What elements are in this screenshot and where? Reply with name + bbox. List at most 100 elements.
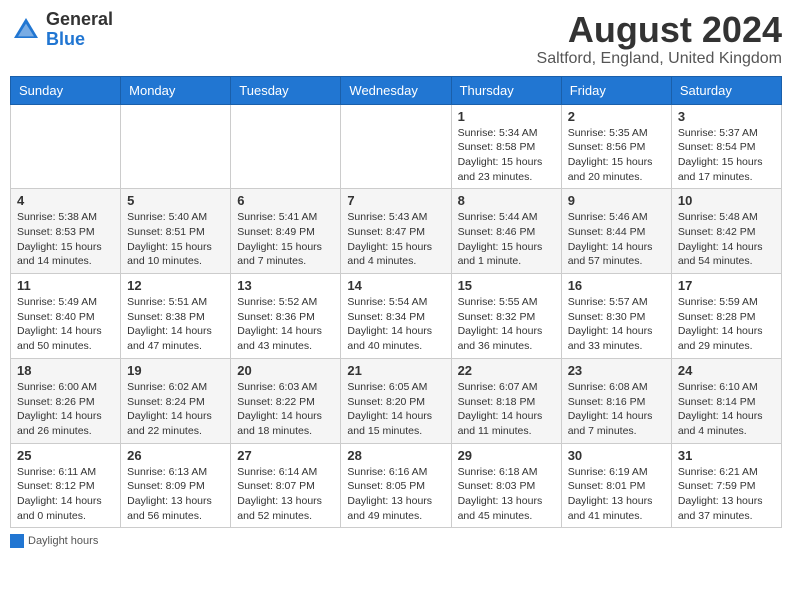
day-info: Sunrise: 5:51 AM Sunset: 8:38 PM Dayligh… — [127, 295, 224, 354]
day-number: 18 — [17, 363, 114, 378]
day-number: 30 — [568, 448, 665, 463]
day-info: Sunrise: 6:11 AM Sunset: 8:12 PM Dayligh… — [17, 465, 114, 524]
day-number: 23 — [568, 363, 665, 378]
day-info: Sunrise: 6:13 AM Sunset: 8:09 PM Dayligh… — [127, 465, 224, 524]
calendar-cell: 24 Sunrise: 6:10 AM Sunset: 8:14 PM Dayli… — [671, 358, 781, 443]
day-number: 29 — [458, 448, 555, 463]
calendar-day-header: Saturday — [671, 76, 781, 104]
logo-icon — [10, 14, 42, 46]
calendar-cell: 16 Sunrise: 5:57 AM Sunset: 8:30 PM Dayli… — [561, 274, 671, 359]
day-number: 21 — [347, 363, 444, 378]
logo-general-text: General — [46, 9, 113, 29]
day-number: 22 — [458, 363, 555, 378]
calendar-cell: 25 Sunrise: 6:11 AM Sunset: 8:12 PM Dayli… — [11, 443, 121, 528]
logo: General Blue — [10, 10, 113, 50]
day-number: 24 — [678, 363, 775, 378]
title-block: August 2024 Saltford, England, United Ki… — [537, 10, 782, 68]
calendar-cell: 21 Sunrise: 6:05 AM Sunset: 8:20 PM Dayli… — [341, 358, 451, 443]
calendar-cell: 14 Sunrise: 5:54 AM Sunset: 8:34 PM Dayli… — [341, 274, 451, 359]
day-info: Sunrise: 5:43 AM Sunset: 8:47 PM Dayligh… — [347, 210, 444, 269]
day-info: Sunrise: 5:38 AM Sunset: 8:53 PM Dayligh… — [17, 210, 114, 269]
day-number: 19 — [127, 363, 224, 378]
calendar-cell: 29 Sunrise: 6:18 AM Sunset: 8:03 PM Dayli… — [451, 443, 561, 528]
day-info: Sunrise: 5:40 AM Sunset: 8:51 PM Dayligh… — [127, 210, 224, 269]
day-number: 10 — [678, 193, 775, 208]
calendar-week-row: 18 Sunrise: 6:00 AM Sunset: 8:26 PM Dayli… — [11, 358, 782, 443]
day-number: 1 — [458, 109, 555, 124]
day-number: 12 — [127, 278, 224, 293]
footer: Daylight hours — [10, 534, 782, 548]
day-info: Sunrise: 5:37 AM Sunset: 8:54 PM Dayligh… — [678, 126, 775, 185]
calendar-cell: 4 Sunrise: 5:38 AM Sunset: 8:53 PM Daylig… — [11, 189, 121, 274]
calendar-cell: 8 Sunrise: 5:44 AM Sunset: 8:46 PM Daylig… — [451, 189, 561, 274]
day-info: Sunrise: 6:02 AM Sunset: 8:24 PM Dayligh… — [127, 380, 224, 439]
day-info: Sunrise: 5:57 AM Sunset: 8:30 PM Dayligh… — [568, 295, 665, 354]
day-info: Sunrise: 6:05 AM Sunset: 8:20 PM Dayligh… — [347, 380, 444, 439]
calendar-cell: 30 Sunrise: 6:19 AM Sunset: 8:01 PM Dayli… — [561, 443, 671, 528]
day-info: Sunrise: 6:03 AM Sunset: 8:22 PM Dayligh… — [237, 380, 334, 439]
calendar-cell: 10Sunrise: 5:48 AM Sunset: 8:42 PM Dayli… — [671, 189, 781, 274]
calendar-week-row: 4 Sunrise: 5:38 AM Sunset: 8:53 PM Daylig… — [11, 189, 782, 274]
calendar-cell — [231, 104, 341, 189]
day-number: 6 — [237, 193, 334, 208]
day-number: 20 — [237, 363, 334, 378]
day-number: 2 — [568, 109, 665, 124]
day-info: Sunrise: 5:54 AM Sunset: 8:34 PM Dayligh… — [347, 295, 444, 354]
calendar-cell: 7 Sunrise: 5:43 AM Sunset: 8:47 PM Daylig… — [341, 189, 451, 274]
day-number: 4 — [17, 193, 114, 208]
day-info: Sunrise: 5:34 AM Sunset: 8:58 PM Dayligh… — [458, 126, 555, 185]
day-info: Sunrise: 5:44 AM Sunset: 8:46 PM Dayligh… — [458, 210, 555, 269]
calendar-cell: 12 Sunrise: 5:51 AM Sunset: 8:38 PM Dayli… — [121, 274, 231, 359]
logo-text: General Blue — [46, 10, 113, 50]
calendar-cell: 27 Sunrise: 6:14 AM Sunset: 8:07 PM Dayli… — [231, 443, 341, 528]
day-info: Sunrise: 6:10 AM Sunset: 8:14 PM Dayligh… — [678, 380, 775, 439]
calendar-day-header: Sunday — [11, 76, 121, 104]
calendar-week-row: 11Sunrise: 5:49 AM Sunset: 8:40 PM Dayli… — [11, 274, 782, 359]
day-number: 3 — [678, 109, 775, 124]
calendar-week-row: 1 Sunrise: 5:34 AM Sunset: 8:58 PM Daylig… — [11, 104, 782, 189]
calendar-day-header: Friday — [561, 76, 671, 104]
day-number: 13 — [237, 278, 334, 293]
day-info: Sunrise: 6:18 AM Sunset: 8:03 PM Dayligh… — [458, 465, 555, 524]
calendar-cell: 23 Sunrise: 6:08 AM Sunset: 8:16 PM Dayli… — [561, 358, 671, 443]
day-number: 9 — [568, 193, 665, 208]
calendar-cell: 5Sunrise: 5:40 AM Sunset: 8:51 PM Daylig… — [121, 189, 231, 274]
day-info: Sunrise: 5:46 AM Sunset: 8:44 PM Dayligh… — [568, 210, 665, 269]
page-header: General Blue August 2024 Saltford, Engla… — [10, 10, 782, 68]
day-info: Sunrise: 5:52 AM Sunset: 8:36 PM Dayligh… — [237, 295, 334, 354]
calendar-cell: 22 Sunrise: 6:07 AM Sunset: 8:18 PM Dayli… — [451, 358, 561, 443]
logo-blue-text: Blue — [46, 29, 85, 49]
calendar-cell — [11, 104, 121, 189]
day-number: 8 — [458, 193, 555, 208]
day-info: Sunrise: 6:07 AM Sunset: 8:18 PM Dayligh… — [458, 380, 555, 439]
calendar-day-header: Thursday — [451, 76, 561, 104]
day-info: Sunrise: 6:14 AM Sunset: 8:07 PM Dayligh… — [237, 465, 334, 524]
calendar-table: SundayMondayTuesdayWednesdayThursdayFrid… — [10, 76, 782, 529]
day-number: 27 — [237, 448, 334, 463]
calendar-cell: 3 Sunrise: 5:37 AM Sunset: 8:54 PM Daylig… — [671, 104, 781, 189]
day-info: Sunrise: 6:19 AM Sunset: 8:01 PM Dayligh… — [568, 465, 665, 524]
calendar-cell: 18 Sunrise: 6:00 AM Sunset: 8:26 PM Dayli… — [11, 358, 121, 443]
daylight-legend: Daylight hours — [10, 534, 98, 548]
day-number: 14 — [347, 278, 444, 293]
calendar-cell: 28Sunrise: 6:16 AM Sunset: 8:05 PM Dayli… — [341, 443, 451, 528]
day-info: Sunrise: 5:41 AM Sunset: 8:49 PM Dayligh… — [237, 210, 334, 269]
day-number: 7 — [347, 193, 444, 208]
calendar-cell: 1 Sunrise: 5:34 AM Sunset: 8:58 PM Daylig… — [451, 104, 561, 189]
calendar-day-header: Monday — [121, 76, 231, 104]
day-number: 26 — [127, 448, 224, 463]
day-info: Sunrise: 6:00 AM Sunset: 8:26 PM Dayligh… — [17, 380, 114, 439]
day-info: Sunrise: 6:16 AM Sunset: 8:05 PM Dayligh… — [347, 465, 444, 524]
day-number: 16 — [568, 278, 665, 293]
day-info: Sunrise: 6:08 AM Sunset: 8:16 PM Dayligh… — [568, 380, 665, 439]
calendar-day-header: Wednesday — [341, 76, 451, 104]
calendar-week-row: 25 Sunrise: 6:11 AM Sunset: 8:12 PM Dayli… — [11, 443, 782, 528]
calendar-cell: 6 Sunrise: 5:41 AM Sunset: 8:49 PM Daylig… — [231, 189, 341, 274]
day-info: Sunrise: 6:21 AM Sunset: 7:59 PM Dayligh… — [678, 465, 775, 524]
calendar-cell: 9 Sunrise: 5:46 AM Sunset: 8:44 PM Daylig… — [561, 189, 671, 274]
calendar-cell — [341, 104, 451, 189]
daylight-label: Daylight hours — [28, 535, 98, 547]
calendar-cell: 20 Sunrise: 6:03 AM Sunset: 8:22 PM Dayli… — [231, 358, 341, 443]
day-number: 25 — [17, 448, 114, 463]
day-info: Sunrise: 5:55 AM Sunset: 8:32 PM Dayligh… — [458, 295, 555, 354]
